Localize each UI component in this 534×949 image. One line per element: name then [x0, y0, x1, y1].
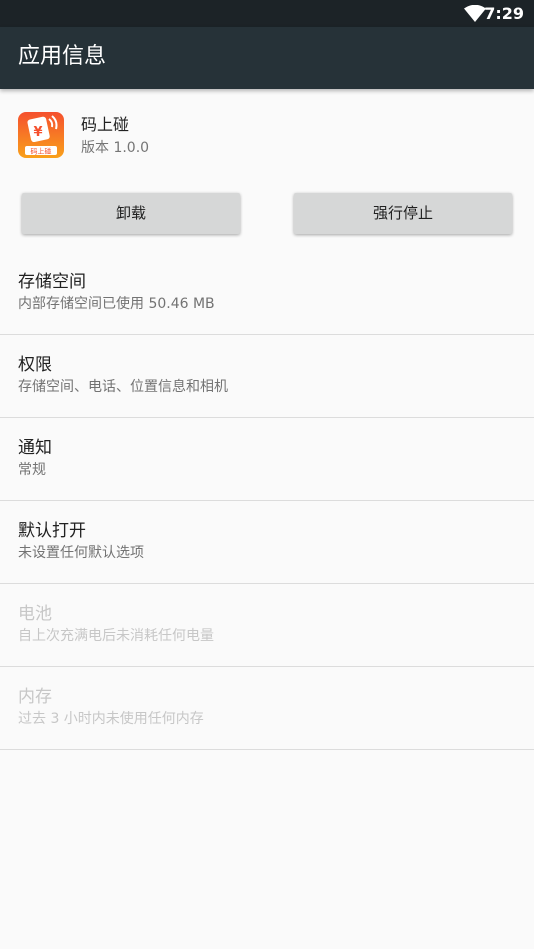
list-item-storage[interactable]: 存储空间 内部存储空间已使用 50.46 MB: [0, 252, 534, 335]
list-item-memory: 内存 过去 3 小时内未使用任何内存: [0, 667, 534, 750]
status-bar: 7:29: [0, 0, 534, 27]
app-header: ¥ 码上碰 码上碰 版本 1.0.0: [0, 90, 534, 182]
wifi-icon: [464, 5, 486, 22]
item-summary: 未设置任何默认选项: [18, 545, 144, 561]
item-summary: 存储空间、电话、位置信息和相机: [18, 379, 228, 395]
settings-list: 存储空间 内部存储空间已使用 50.46 MB 权限 存储空间、电话、位置信息和…: [0, 252, 534, 750]
item-title: 默认打开: [18, 521, 86, 541]
svg-text:¥: ¥: [33, 125, 42, 140]
uninstall-button[interactable]: 卸载: [22, 193, 240, 234]
item-title: 通知: [18, 438, 52, 458]
item-title: 内存: [18, 687, 52, 707]
item-title: 电池: [18, 604, 52, 624]
list-item-battery: 电池 自上次充满电后未消耗任何电量: [0, 584, 534, 667]
list-item-open-by-default[interactable]: 默认打开 未设置任何默认选项: [0, 501, 534, 584]
app-name: 码上碰: [81, 115, 130, 134]
list-item-permissions[interactable]: 权限 存储空间、电话、位置信息和相机: [0, 335, 534, 418]
app-bar: 应用信息: [0, 27, 534, 89]
item-summary: 内部存储空间已使用 50.46 MB: [18, 296, 215, 312]
app-icon: ¥ 码上碰: [18, 112, 64, 158]
force-stop-button[interactable]: 强行停止: [294, 193, 512, 234]
app-version: 版本 1.0.0: [81, 140, 150, 156]
status-time: 7:29: [484, 4, 524, 23]
svg-text:码上碰: 码上碰: [31, 147, 52, 156]
page-title: 应用信息: [18, 44, 107, 69]
list-item-notifications[interactable]: 通知 常规: [0, 418, 534, 501]
item-summary: 常规: [18, 462, 46, 478]
item-summary: 过去 3 小时内未使用任何内存: [18, 711, 204, 727]
item-title: 权限: [18, 355, 52, 375]
item-title: 存储空间: [18, 272, 86, 292]
item-summary: 自上次充满电后未消耗任何电量: [18, 628, 214, 644]
